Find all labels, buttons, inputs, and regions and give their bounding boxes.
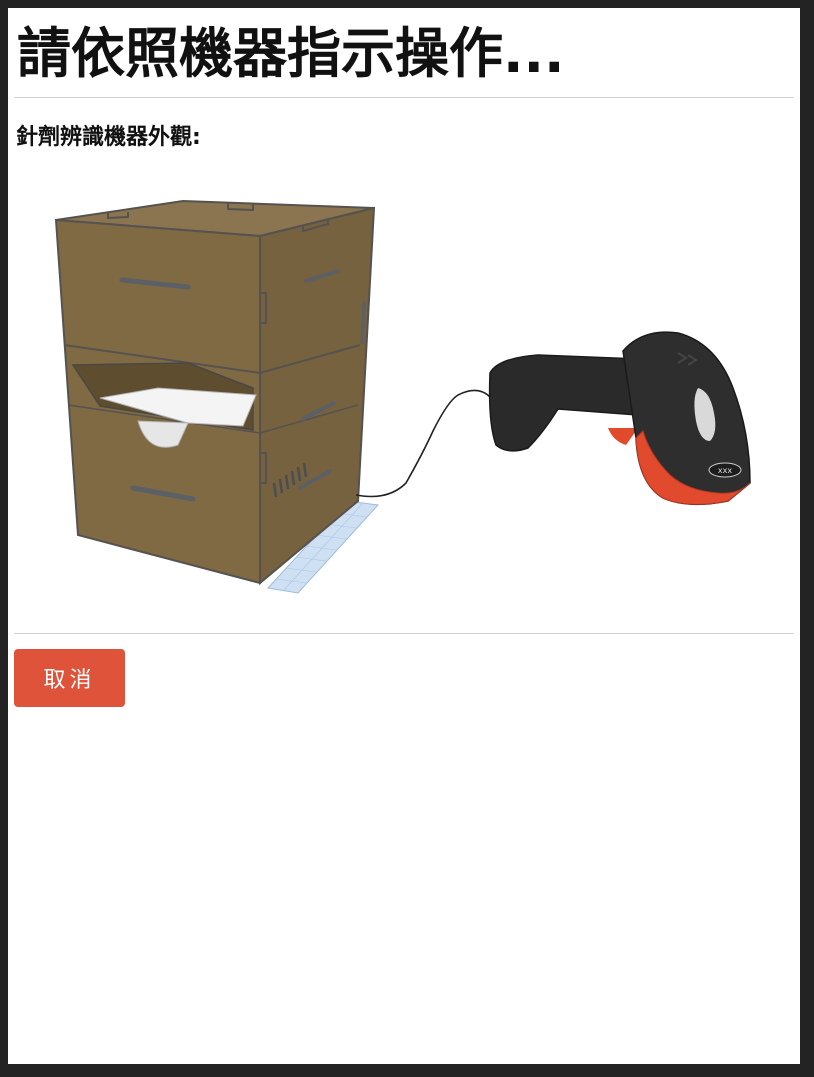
barcode-scanner-icon: xxx — [488, 331, 751, 506]
scanner-brand-badge: xxx — [718, 466, 732, 475]
machine-illustration: xxx — [54, 199, 751, 594]
bottom-divider — [14, 633, 794, 634]
machine-box-icon — [54, 199, 380, 594]
scanner-cable — [355, 389, 491, 498]
page-frame: 請依照機器指示操作... 針劑辨識機器外觀: xxx 取消 — [8, 8, 800, 1064]
section-label: 針劑辨識機器外觀: — [16, 125, 201, 150]
top-divider — [14, 97, 794, 98]
cancel-button[interactable]: 取消 — [14, 649, 125, 707]
page-title: 請依照機器指示操作... — [17, 22, 565, 85]
